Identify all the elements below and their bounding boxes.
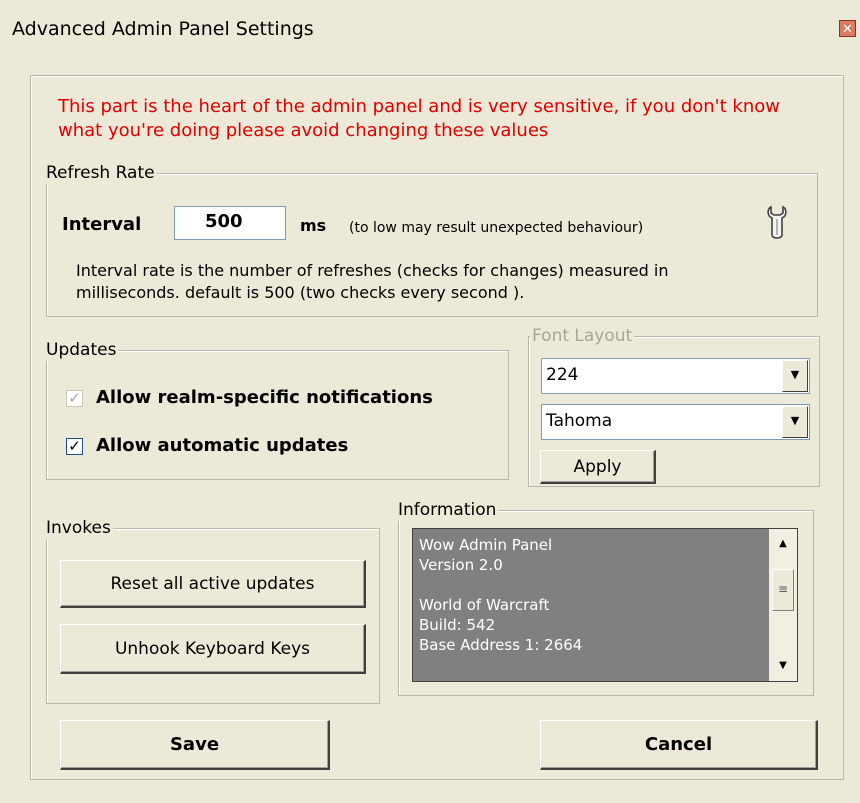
font-family-value: Tahoma [546,411,613,431]
updates-group [46,350,509,480]
close-icon[interactable]: ✕ [839,20,856,37]
scroll-thumb[interactable]: ≡ [772,569,794,611]
info-line: Build: 542 [419,616,496,634]
font-layout-legend: Font Layout [530,325,635,347]
title-bar: Advanced Admin Panel Settings ✕ [0,0,860,62]
scroll-up-icon[interactable]: ▲ [769,533,797,555]
invokes-group [46,528,380,704]
wrench-icon [767,205,787,239]
information-legend: Information [396,499,499,521]
info-line: World of Warcraft [419,596,550,614]
interval-unit: ms [300,216,327,235]
reset-updates-button[interactable]: Reset all active updates [60,560,366,608]
font-size-value: 224 [546,365,579,385]
settings-window: Advanced Admin Panel Settings ✕ This par… [0,0,860,803]
font-size-select[interactable]: 224 ▼ [541,358,810,394]
realm-notifications-label: Allow realm-specific notifications [96,387,433,408]
information-textarea[interactable]: Wow Admin Panel Version 2.0 World of War… [412,528,798,682]
automatic-updates-checkbox[interactable]: ✓ [66,438,83,455]
interval-hint: (to low may result unexpected behaviour) [349,220,644,236]
font-family-select[interactable]: Tahoma ▼ [541,404,810,440]
warning-text: This part is the heart of the admin pane… [58,96,780,141]
cancel-button[interactable]: Cancel [540,720,818,770]
interval-description-2: milliseconds. default is 500 (two checks… [76,283,525,302]
refresh-rate-legend: Refresh Rate [44,162,157,184]
chevron-down-icon[interactable]: ▼ [782,360,808,392]
chevron-down-icon[interactable]: ▼ [782,406,808,438]
interval-label: Interval [62,214,142,235]
info-line: Wow Admin Panel [419,536,553,554]
realm-notifications-checkbox[interactable]: ✓ [66,390,83,407]
information-scrollbar[interactable]: ▲ ≡ ▼ [769,529,797,681]
updates-legend: Updates [44,339,119,361]
invokes-legend: Invokes [44,517,113,539]
scroll-down-icon[interactable]: ▼ [769,655,797,677]
save-button[interactable]: Save [60,720,330,770]
interval-input[interactable]: 500 [174,206,286,240]
unhook-keys-button[interactable]: Unhook Keyboard Keys [60,624,366,674]
interval-description-1: Interval rate is the number of refreshes… [76,261,669,280]
apply-button[interactable]: Apply [540,450,656,484]
info-line: Version 2.0 [419,556,503,574]
automatic-updates-label: Allow automatic updates [96,435,349,456]
window-title: Advanced Admin Panel Settings [12,18,314,40]
info-line: Base Address 1: 2664 [419,636,583,654]
